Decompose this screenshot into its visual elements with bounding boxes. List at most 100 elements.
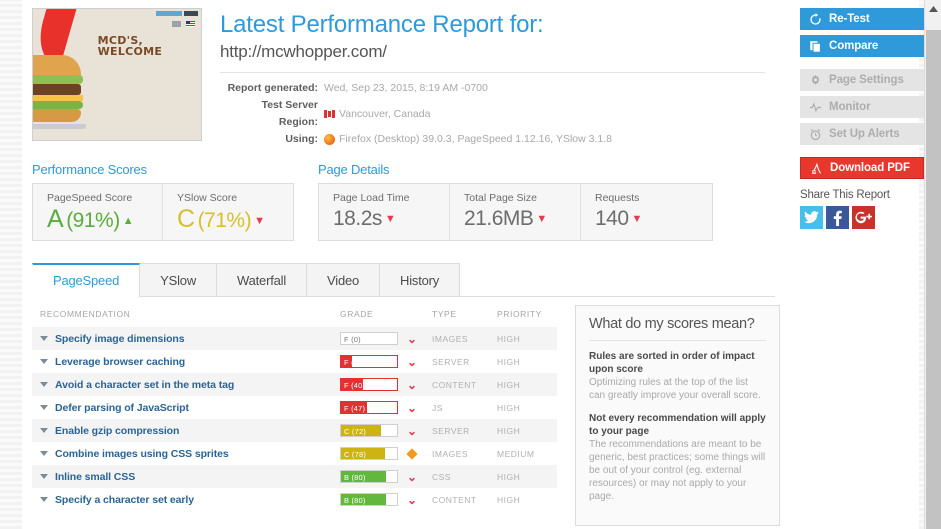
table-row[interactable]: Leverage browser caching F (19) ⌄ SERVER HIG… bbox=[32, 350, 557, 373]
row-type-cell: SERVER bbox=[432, 425, 470, 436]
recommendation-link[interactable]: Combine images using CSS sprites bbox=[55, 448, 229, 460]
pagespeed-trend-up-icon: ▲ bbox=[122, 215, 134, 227]
page-load-time-cell[interactable]: Page Load Time 18.2s ▼ bbox=[319, 184, 450, 240]
row-grade-cell: B (80) ⌄ bbox=[340, 493, 432, 506]
row-recommendation-cell: Avoid a character set in the meta tag bbox=[40, 379, 340, 391]
row-recommendation-cell: Leverage browser caching bbox=[40, 356, 340, 368]
pagespeed-score-cell[interactable]: PageSpeed Score A (91%) ▲ bbox=[33, 184, 163, 240]
expand-triangle-icon[interactable] bbox=[40, 359, 48, 364]
set-up-alerts-button-label: Set Up Alerts bbox=[829, 128, 900, 140]
grade-bar-label: F (19) bbox=[344, 358, 366, 367]
tab-history[interactable]: History bbox=[380, 263, 461, 296]
recommendation-link[interactable]: Defer parsing of JavaScript bbox=[55, 402, 189, 414]
row-recommendation-cell: Inline small CSS bbox=[40, 471, 340, 483]
meta-row-generated: Report generated: Wed, Sep 23, 2015, 8:1… bbox=[220, 80, 792, 97]
compare-button-label: Compare bbox=[829, 40, 879, 52]
main-content: MCD'S, WELCOME Latest Performance Report… bbox=[22, 0, 792, 529]
firefox-icon bbox=[324, 134, 335, 145]
info-body-2: The recommendations are meant to be gene… bbox=[589, 439, 766, 502]
alarm-clock-icon bbox=[810, 128, 821, 140]
table-row[interactable]: Enable gzip compression C (72) ⌄ SERVER HIGH bbox=[32, 419, 557, 442]
recommendation-link[interactable]: Specify a character set early bbox=[55, 494, 194, 506]
column-header-type: TYPE bbox=[432, 309, 457, 319]
yslow-score-cell[interactable]: YSlow Score C (71%) ▼ bbox=[163, 184, 293, 240]
scrollbar-up-arrow[interactable] bbox=[925, 0, 941, 17]
expand-triangle-icon[interactable] bbox=[40, 382, 48, 387]
row-grade-cell: F (0) ⌄ bbox=[340, 332, 432, 345]
requests-number: 140 bbox=[595, 207, 629, 230]
column-header-priority: PRIORITY bbox=[497, 309, 542, 319]
share-googleplus-button[interactable] bbox=[852, 206, 875, 229]
recommendation-link[interactable]: Avoid a character set in the meta tag bbox=[55, 379, 234, 391]
retest-button[interactable]: Re-Test bbox=[800, 8, 924, 30]
header-divider bbox=[220, 72, 765, 73]
expand-triangle-icon[interactable] bbox=[40, 451, 48, 456]
tab-yslow[interactable]: YSlow bbox=[140, 263, 218, 296]
table-row[interactable]: Inline small CSS B (80) ⌄ CSS HIGH bbox=[32, 465, 557, 488]
scrollbar-thumb[interactable] bbox=[926, 30, 941, 529]
table-header-row: RECOMMENDATION GRADE TYPE PRIORITY bbox=[32, 297, 557, 327]
share-facebook-button[interactable] bbox=[826, 206, 849, 229]
expand-triangle-icon[interactable] bbox=[40, 428, 48, 433]
table-row[interactable]: Specify image dimensions F (0) ⌄ IMAGES HIGH bbox=[32, 327, 557, 350]
grade-bar: B (80) bbox=[340, 493, 398, 506]
grade-bar-label: F (0) bbox=[344, 335, 361, 344]
scores-strip: Performance Scores PageSpeed Score A (91… bbox=[22, 148, 792, 241]
grade-bar-label: B (80) bbox=[344, 473, 366, 482]
row-type-cell: CONTENT bbox=[432, 494, 477, 505]
priority-high-chevron-icon: ⌄ bbox=[407, 354, 418, 369]
page-settings-button[interactable]: Page Settings bbox=[800, 69, 924, 91]
expand-triangle-icon[interactable] bbox=[40, 474, 48, 479]
row-type-cell: IMAGES bbox=[432, 333, 469, 344]
row-recommendation-cell: Enable gzip compression bbox=[40, 425, 340, 437]
thumbnail-flags bbox=[172, 21, 195, 27]
page-load-time-value: 18.2s ▼ bbox=[333, 205, 435, 236]
grade-bar: C (78) bbox=[340, 447, 398, 460]
table-row[interactable]: Combine images using CSS sprites C (78) IM… bbox=[32, 442, 557, 465]
expand-triangle-icon[interactable] bbox=[40, 336, 48, 341]
pagespeed-percent: (91%) bbox=[66, 209, 120, 232]
site-thumbnail[interactable]: MCD'S, WELCOME bbox=[32, 8, 202, 141]
meta-label-generated: Report generated: bbox=[227, 82, 318, 94]
report-url[interactable]: http://mcwhopper.com/ bbox=[220, 40, 792, 64]
yslow-trend-down-icon: ▼ bbox=[254, 215, 265, 227]
refresh-icon bbox=[810, 12, 821, 25]
performance-scores-box: PageSpeed Score A (91%) ▲ YSlow Score C … bbox=[32, 183, 294, 241]
total-page-size-cell[interactable]: Total Page Size 21.6MB ▼ bbox=[450, 184, 581, 240]
recommendation-link[interactable]: Specify image dimensions bbox=[55, 333, 185, 345]
pagespeed-grade: A bbox=[47, 205, 64, 233]
grade-bar: F (0) bbox=[340, 332, 398, 345]
tab-content: RECOMMENDATION GRADE TYPE PRIORITY Speci… bbox=[22, 297, 792, 526]
grade-bar: B (80) bbox=[340, 470, 398, 483]
row-grade-cell: B (80) ⌄ bbox=[340, 470, 432, 483]
requests-cell[interactable]: Requests 140 ▼ bbox=[581, 184, 712, 240]
table-row[interactable]: Specify a character set early B (80) ⌄ CONT… bbox=[32, 488, 557, 511]
share-twitter-button[interactable] bbox=[800, 206, 823, 229]
tab-video[interactable]: Video bbox=[307, 263, 381, 296]
priority-high-chevron-icon: ⌄ bbox=[407, 492, 418, 507]
recommendation-link[interactable]: Inline small CSS bbox=[55, 471, 135, 483]
table-row[interactable]: Defer parsing of JavaScript F (47) ⌄ JS HIGH bbox=[32, 396, 557, 419]
row-priority-cell: HIGH bbox=[497, 333, 521, 344]
table-row[interactable]: Avoid a character set in the meta tag F (… bbox=[32, 373, 557, 396]
facebook-icon bbox=[833, 210, 842, 226]
expand-triangle-icon[interactable] bbox=[40, 497, 48, 502]
monitor-button[interactable]: Monitor bbox=[800, 96, 924, 118]
recommendation-link[interactable]: Leverage browser caching bbox=[55, 356, 185, 368]
row-recommendation-cell: Defer parsing of JavaScript bbox=[40, 402, 340, 414]
priority-high-chevron-icon: ⌄ bbox=[407, 400, 418, 415]
recommendation-link[interactable]: Enable gzip compression bbox=[55, 425, 179, 437]
tab-waterfall[interactable]: Waterfall bbox=[217, 263, 308, 296]
download-pdf-button[interactable]: PDF Download PDF bbox=[800, 157, 924, 179]
set-up-alerts-button[interactable]: Set Up Alerts bbox=[800, 123, 924, 145]
row-type-cell: CONTENT bbox=[432, 379, 477, 390]
tab-pagespeed[interactable]: PageSpeed bbox=[32, 263, 141, 297]
vertical-scrollbar[interactable] bbox=[924, 0, 941, 529]
expand-triangle-icon[interactable] bbox=[40, 405, 48, 410]
pagespeed-score-value: A (91%) ▲ bbox=[47, 205, 148, 238]
row-grade-cell: F (47) ⌄ bbox=[340, 401, 432, 414]
priority-high-chevron-icon: ⌄ bbox=[407, 377, 418, 392]
compare-button[interactable]: Compare bbox=[800, 35, 924, 57]
row-priority-cell: HIGH bbox=[497, 425, 521, 436]
scores-explanation-panel: What do my scores mean? Rules are sorted… bbox=[575, 305, 780, 526]
